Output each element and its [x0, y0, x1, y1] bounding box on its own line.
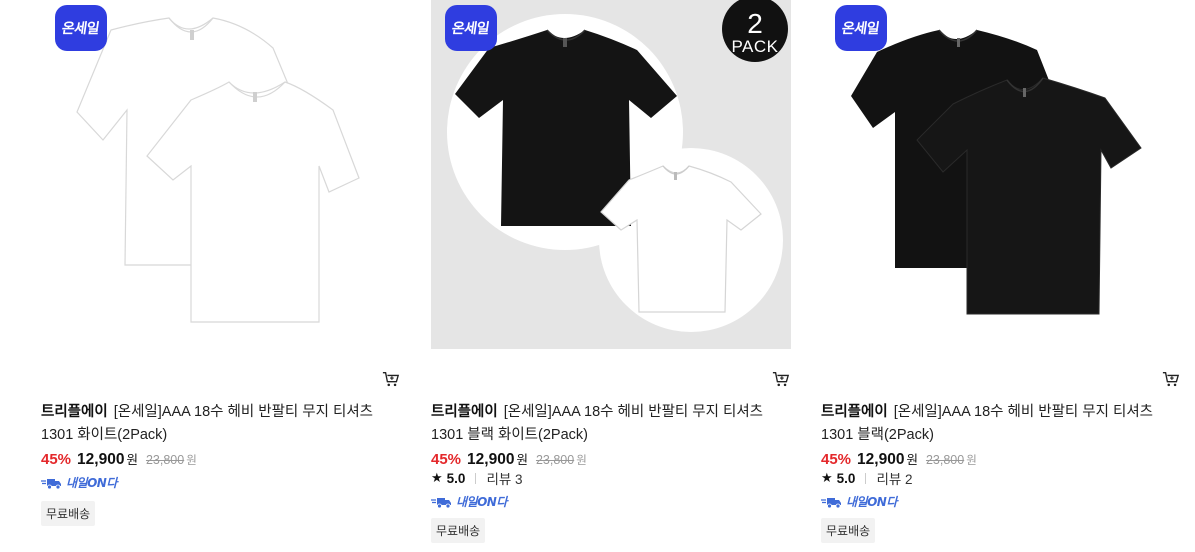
review-count: 리뷰 3	[486, 472, 523, 487]
discount-rate: 45%	[41, 451, 72, 468]
sale-price: 12,900	[467, 451, 515, 468]
product-card[interactable]: 온세일 트리플에이 [온세일]AAA 18수 헤비 반팔티 무지 티셔츠 1301…	[41, 0, 401, 552]
product-title[interactable]: 트리플에이 [온세일]AAA 18수 헤비 반팔티 무지 티셔츠 1301 블랙(…	[821, 401, 1181, 447]
sale-price: 12,900	[857, 451, 905, 468]
product-card[interactable]: 온세일 2 PACK 트리플에이 [온세일]AAA 18수 헤비 반팔티 무지 티…	[431, 0, 791, 552]
cart-icon[interactable]	[382, 370, 400, 388]
delivery-label: 내일ON다	[66, 476, 117, 490]
product-card[interactable]: 온세일 트리플에이 [온세일]AAA 18수 헤비 반팔티 무지 티셔츠 1301…	[821, 0, 1181, 552]
rating-row[interactable]: ★ 5.0 리뷰 3	[431, 468, 523, 488]
divider	[475, 472, 477, 484]
discount-rate: 45%	[431, 451, 462, 468]
review-count: 리뷰 2	[876, 472, 913, 487]
price-row: 45% 12,900 원 23,800 원	[821, 449, 977, 469]
price-unit: 원	[906, 453, 918, 467]
original-price-unit: 원	[576, 455, 587, 467]
product-grid: 온세일 트리플에이 [온세일]AAA 18수 헤비 반팔티 무지 티셔츠 1301…	[0, 0, 1195, 552]
brand-name: 트리플에이	[821, 404, 888, 420]
free-shipping-tag: 무료배송	[431, 518, 486, 543]
discount-rate: 45%	[821, 451, 852, 468]
product-image-black-white-2pack[interactable]: 온세일 2 PACK	[431, 0, 791, 349]
free-shipping-tag: 무료배송	[821, 518, 876, 543]
tshirt-image	[851, 29, 1142, 315]
rating-score: 5.0	[446, 470, 466, 486]
original-price: 23,800	[925, 453, 965, 467]
delivery-badge[interactable]: 내일ON다	[821, 493, 897, 510]
two-pack-badge: 2 PACK	[722, 0, 788, 62]
cart-icon[interactable]	[772, 370, 790, 388]
delivery-badge[interactable]: 내일ON다	[431, 493, 507, 510]
truck-icon	[821, 497, 841, 508]
delivery-badge[interactable]: 내일ON다	[41, 474, 117, 491]
free-shipping-tag: 무료배송	[41, 501, 96, 526]
onsale-badge: 온세일	[445, 5, 497, 51]
truck-icon	[41, 478, 61, 489]
price-unit: 원	[126, 453, 138, 467]
rating-score: 5.0	[836, 470, 856, 486]
original-price: 23,800	[145, 453, 185, 467]
star-icon: ★	[821, 470, 833, 485]
rating-row[interactable]: ★ 5.0 리뷰 2	[821, 468, 913, 488]
brand-name: 트리플에이	[431, 404, 498, 420]
product-title[interactable]: 트리플에이 [온세일]AAA 18수 헤비 반팔티 무지 티셔츠 1301 블랙 …	[431, 401, 791, 447]
product-image-white-2pack[interactable]: 온세일	[41, 0, 401, 349]
brand-name: 트리플에이	[41, 404, 108, 420]
star-icon: ★	[431, 470, 443, 485]
cart-icon[interactable]	[1162, 370, 1180, 388]
price-unit: 원	[516, 453, 528, 467]
divider	[865, 472, 867, 484]
product-title[interactable]: 트리플에이 [온세일]AAA 18수 헤비 반팔티 무지 티셔츠 1301 화이트…	[41, 401, 401, 447]
delivery-label: 내일ON다	[846, 495, 897, 509]
delivery-label: 내일ON다	[456, 495, 507, 509]
price-row: 45% 12,900 원 23,800 원	[431, 449, 587, 469]
product-image-black-2pack[interactable]: 온세일	[821, 0, 1181, 349]
original-price-unit: 원	[966, 455, 977, 467]
onsale-badge: 온세일	[55, 5, 107, 51]
tshirt-image	[76, 17, 360, 323]
onsale-badge: 온세일	[835, 5, 887, 51]
sale-price: 12,900	[77, 451, 125, 468]
original-price-unit: 원	[186, 455, 197, 467]
original-price: 23,800	[535, 453, 575, 467]
price-row: 45% 12,900 원 23,800 원	[41, 449, 197, 469]
truck-icon	[431, 497, 451, 508]
